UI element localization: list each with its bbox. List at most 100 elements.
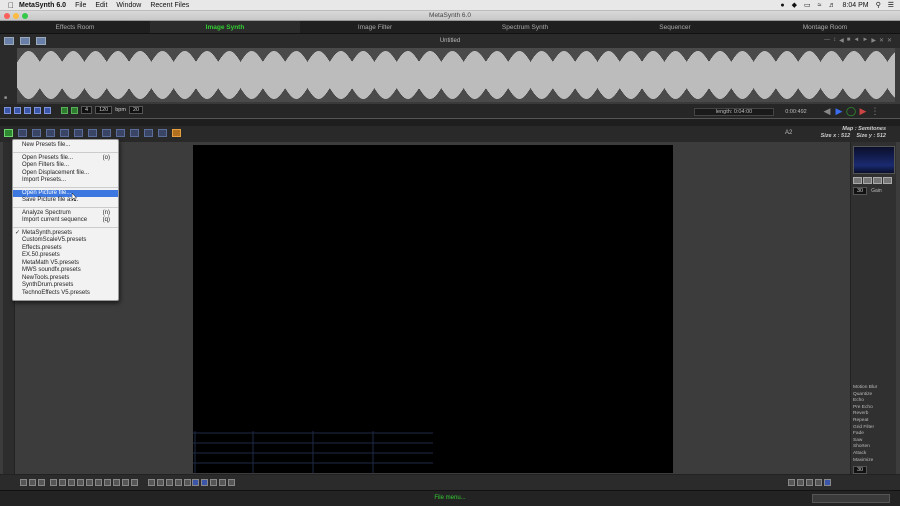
status-field[interactable] — [812, 494, 890, 503]
more-icon[interactable]: ⋮ — [870, 106, 880, 116]
menu-item-open-displacement[interactable]: Open Displacement file... — [13, 170, 118, 178]
pattern-tool-icon[interactable] — [32, 129, 41, 137]
copy-icon[interactable] — [95, 479, 102, 486]
menu-item-preset-mws-soundfx[interactable]: MWS soundfx.presets — [13, 267, 118, 275]
menu-item-import-presets[interactable]: Import Presets... — [13, 177, 118, 185]
tab-montage-room[interactable]: Montage Room — [750, 21, 900, 33]
scroll-icon[interactable] — [24, 106, 31, 114]
loop-play-icon[interactable]: ◯ — [846, 106, 856, 116]
zoom-window-icon[interactable] — [22, 13, 28, 19]
arrow-down-icon[interactable] — [184, 479, 191, 486]
notifications-icon[interactable]: ☰ — [888, 1, 894, 9]
controls-icon[interactable]: ● — [780, 2, 784, 9]
rewind-button-icon[interactable]: ◀ — [822, 106, 832, 116]
layer-icon[interactable] — [788, 479, 795, 486]
cross-icon[interactable]: ✕ — [887, 37, 892, 44]
menu-item-preset-customscale[interactable]: CustomScaleV5.presets — [13, 237, 118, 245]
preview-thumbnail[interactable] — [853, 146, 895, 174]
rewind-icon[interactable]: ◀ — [839, 37, 844, 44]
arrow-left-icon[interactable] — [157, 479, 164, 486]
tab-spectrum-synth[interactable]: Spectrum Synth — [450, 21, 600, 33]
target-icon[interactable] — [38, 479, 45, 486]
camera-icon[interactable] — [853, 177, 862, 184]
menu-item-open-filters[interactable]: Open Filters file... — [13, 162, 118, 170]
microphone-icon[interactable] — [228, 479, 235, 486]
play-button-icon[interactable]: ▶ — [834, 106, 844, 116]
menu-item-preset-technoeffects[interactable]: TechnoEffects V5.presets — [13, 290, 118, 298]
record-arm-icon[interactable] — [61, 106, 68, 114]
menu-item-save-picture[interactable]: Save Picture file as... — [13, 197, 118, 205]
app-menu[interactable]: MetaSynth 6.0 — [19, 2, 66, 9]
effect-motion-blur[interactable]: Motion Blur — [853, 385, 877, 392]
panel-divider[interactable] — [0, 118, 900, 126]
bracket-tool-icon[interactable] — [116, 129, 125, 137]
menu-recent-files[interactable]: Recent Files — [150, 2, 189, 9]
close-icon[interactable]: ✕ — [879, 37, 884, 44]
step-back-icon[interactable] — [192, 479, 199, 486]
image-canvas[interactable] — [193, 145, 673, 473]
menu-edit[interactable]: Edit — [95, 2, 107, 9]
paste-icon[interactable] — [104, 479, 111, 486]
stop-icon[interactable]: ■ — [847, 37, 851, 44]
effect-amount-field[interactable]: 30 — [853, 466, 868, 474]
redo-icon[interactable] — [122, 479, 129, 486]
shape-tool-icon[interactable] — [102, 129, 111, 137]
step-forward-icon[interactable] — [201, 479, 208, 486]
brush-tool-icon[interactable] — [172, 129, 181, 137]
monitor-input-icon[interactable] — [71, 106, 78, 114]
cycle-icon[interactable] — [34, 106, 41, 114]
wave-tool-icon[interactable] — [158, 129, 167, 137]
scale-vertical-icon[interactable] — [148, 479, 155, 486]
pen-tool-icon[interactable] — [74, 129, 83, 137]
menu-item-import-sequence[interactable]: Import current sequence (q) — [13, 217, 118, 225]
menu-item-preset-synthdrum[interactable]: SynthDrum.presets — [13, 282, 118, 290]
ramp-tool-icon[interactable] — [144, 129, 153, 137]
apple-icon[interactable]:  — [3, 1, 19, 10]
invert-icon[interactable] — [86, 479, 93, 486]
tab-image-filter[interactable]: Image Filter — [300, 21, 450, 33]
search-icon[interactable]: ⚲ — [876, 1, 881, 9]
mirror-icon[interactable] — [77, 479, 84, 486]
effect-echo[interactable]: Echo — [853, 398, 877, 405]
effect-repeat[interactable]: Repeat — [853, 418, 877, 425]
menu-item-preset-newtools[interactable]: NewTools.presets — [13, 275, 118, 283]
sync-icon[interactable] — [44, 106, 51, 114]
arrow-up-icon[interactable] — [175, 479, 182, 486]
skip-back-icon[interactable]: ◄ — [853, 37, 859, 44]
menu-item-open-presets[interactable]: Open Presets file... (o) — [13, 155, 118, 163]
flip-icon[interactable] — [59, 479, 66, 486]
loop-icon[interactable] — [4, 106, 11, 114]
meter-icon[interactable] — [883, 177, 892, 184]
export-icon[interactable] — [797, 479, 804, 486]
tab-image-synth[interactable]: Image Synth — [150, 21, 300, 33]
metronome-icon[interactable] — [14, 106, 21, 114]
menu-item-preset-ex50[interactable]: EX.50.presets — [13, 252, 118, 260]
bpm-field[interactable]: 120 — [95, 106, 113, 114]
effect-fade[interactable]: Fade — [853, 431, 877, 438]
tab-sequencer[interactable]: Sequencer — [600, 21, 750, 33]
fast-forward-icon[interactable]: ▶ — [871, 37, 876, 44]
line-tool-icon[interactable] — [88, 129, 97, 137]
record-play-icon[interactable]: ▶ — [858, 106, 868, 116]
minus-icon[interactable]: — — [824, 37, 830, 44]
spray-tool-icon[interactable] — [60, 129, 69, 137]
list-icon[interactable] — [806, 479, 813, 486]
menu-item-analyze-spectrum[interactable]: Analyze Spectrum (n) — [13, 210, 118, 218]
arrow-right-icon[interactable] — [166, 479, 173, 486]
effect-attack[interactable]: Attack — [853, 451, 877, 458]
tab-effects-room[interactable]: Effects Room — [0, 21, 150, 33]
effect-shorten[interactable]: Shorten — [853, 444, 877, 451]
zoom-out-icon[interactable] — [20, 479, 27, 486]
volume-small-icon[interactable] — [815, 479, 822, 486]
select-tool-icon[interactable] — [46, 129, 55, 137]
menu-window[interactable]: Window — [116, 2, 141, 9]
effect-maximize[interactable]: Maximize — [853, 458, 877, 465]
bars-field[interactable]: 4 — [81, 106, 93, 114]
menu-item-new-presets[interactable]: New Presets file... — [13, 142, 118, 150]
undo-icon[interactable] — [113, 479, 120, 486]
menu-item-preset-metasynth[interactable]: ✓ MetaSynth.presets — [13, 230, 118, 238]
step-field[interactable]: 20 — [128, 106, 144, 114]
swap-icon[interactable] — [863, 177, 872, 184]
menu-file[interactable]: File — [75, 2, 86, 9]
menu-item-open-picture[interactable]: Open Picture file... — [13, 189, 118, 197]
